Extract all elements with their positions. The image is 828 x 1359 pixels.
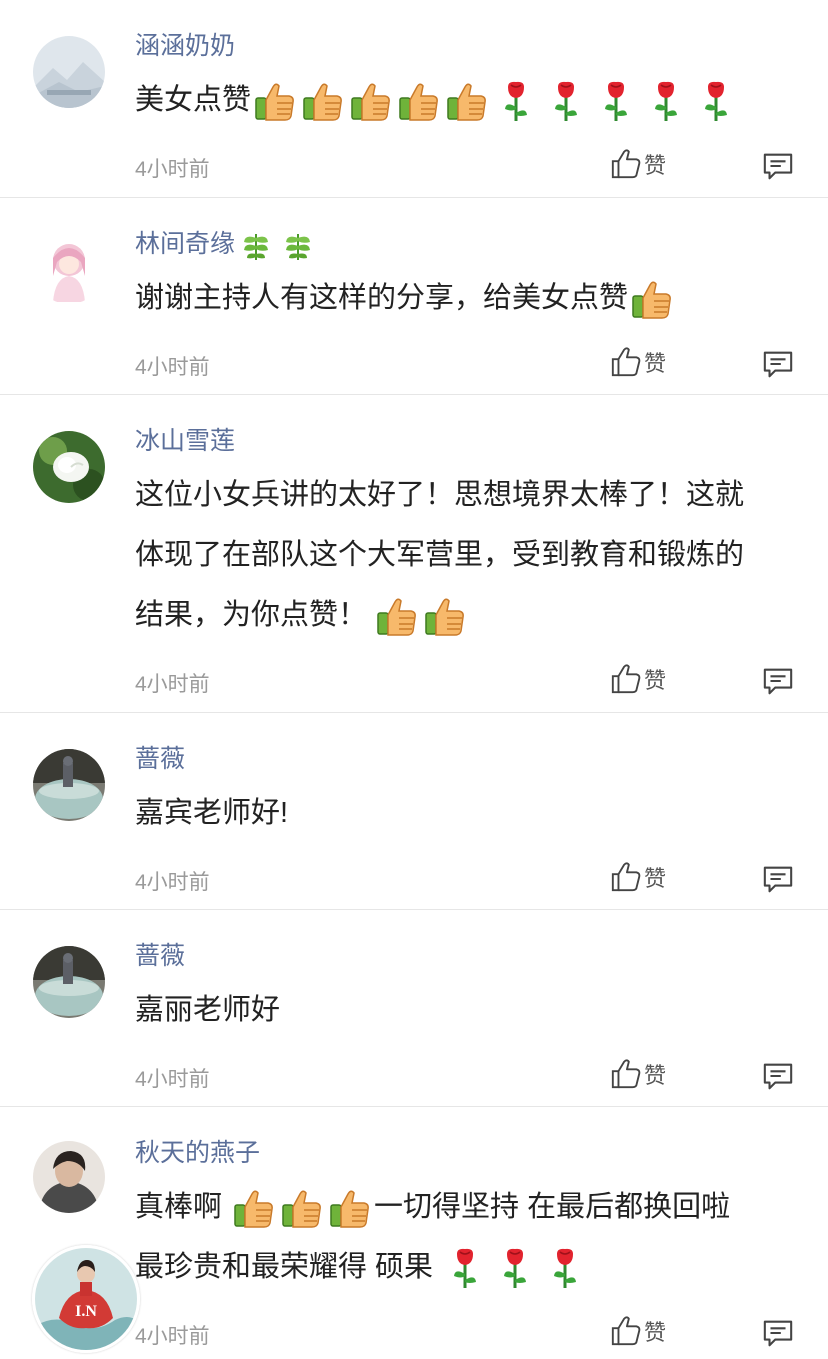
thumb-up-outline-icon <box>610 861 642 893</box>
reply-button[interactable] <box>762 1060 794 1097</box>
commenter-name[interactable]: 冰山雪莲 <box>135 421 235 457</box>
thumb-up-outline-icon <box>610 1058 642 1090</box>
commenter-name[interactable]: 蔷薇 <box>135 936 185 972</box>
comment-text-segment: 一切得坚持 在最后都换回啦 <box>374 1191 731 1223</box>
comment-text-segment: 结果，为你点赞！ <box>135 599 368 631</box>
comment-list: 涵涵奶奶 美女点赞 4小时前 赞 林间奇缘 谢谢主持人有这样的分享，给美女点赞 … <box>0 0 828 1359</box>
comment-text-segment: 真棒啊 <box>135 1191 223 1223</box>
avatar-monogram: I.N <box>75 1303 97 1320</box>
comment-bubble-icon <box>762 1060 794 1092</box>
comment-text-line: 最珍贵和最荣耀得 硕果 <box>135 1237 798 1297</box>
comment-text-segment: 美女点赞 <box>135 84 252 116</box>
thumbs-up-emoji-icon <box>232 1186 276 1230</box>
comment-item: 蔷薇 嘉丽老师好 4小时前 赞 <box>0 910 828 1107</box>
like-label: 赞 <box>644 351 667 376</box>
comment-text-segment: 谢谢主持人有这样的分享，给美女点赞 <box>135 282 629 314</box>
thumbs-up-emoji-icon <box>397 79 441 123</box>
like-label: 赞 <box>644 668 667 693</box>
comment-time: 4小时前 <box>135 158 210 181</box>
comment-text: 真棒啊 一切得坚持 在最后都换回啦 最珍贵和最荣耀得 硕果 <box>135 1177 798 1297</box>
avatar[interactable] <box>33 1141 105 1213</box>
comment-item: 林间奇缘 谢谢主持人有这样的分享，给美女点赞 4小时前 赞 <box>0 198 828 395</box>
thumbs-up-emoji-icon <box>280 1186 324 1230</box>
comment-text-line: 真棒啊 一切得坚持 在最后都换回啦 <box>135 1177 798 1237</box>
like-label: 赞 <box>644 1320 667 1345</box>
commenter-name[interactable]: 涵涵奶奶 <box>135 26 235 62</box>
rose-emoji-icon <box>495 1246 535 1290</box>
rose-emoji-icon <box>445 1246 485 1290</box>
avatar[interactable] <box>33 431 105 503</box>
comment-bubble-icon <box>762 348 794 380</box>
like-button[interactable]: 赞 <box>610 346 666 378</box>
comment-bubble-icon <box>762 863 794 895</box>
comment-bubble-icon <box>762 150 794 182</box>
reply-button[interactable] <box>762 348 794 385</box>
leaf-emoji-icon <box>281 228 315 262</box>
like-button[interactable]: 赞 <box>610 1315 666 1347</box>
thumbs-up-emoji-icon <box>349 79 393 123</box>
comment-item: 蔷薇 嘉宾老师好! 4小时前 赞 <box>0 713 828 910</box>
rose-emoji-icon <box>596 79 636 123</box>
thumbs-up-emoji-icon <box>630 277 674 321</box>
comment-text: 谢谢主持人有这样的分享，给美女点赞 <box>135 268 798 328</box>
comment-time: 4小时前 <box>135 1325 210 1348</box>
floating-avatar[interactable]: I.N <box>32 1245 140 1353</box>
avatar[interactable] <box>33 749 105 821</box>
rose-emoji-icon <box>545 1246 585 1290</box>
like-label: 赞 <box>644 153 667 178</box>
avatar[interactable] <box>33 232 105 304</box>
like-button[interactable]: 赞 <box>610 1058 666 1090</box>
avatar[interactable] <box>33 36 105 108</box>
comment-text-line: 体现了在部队这个大军营里，受到教育和锻炼的 <box>135 539 745 571</box>
thumbs-up-emoji-icon <box>253 79 297 123</box>
reply-button[interactable] <box>762 665 794 702</box>
comment-text-segment: 最珍贵和最荣耀得 硕果 <box>135 1251 434 1283</box>
commenter-name[interactable]: 秋天的燕子 <box>135 1133 260 1169</box>
comment-text-line: 这位小女兵讲的太好了！思想境界太棒了！这就 <box>135 479 745 511</box>
thumb-up-outline-icon <box>610 148 642 180</box>
avatar[interactable] <box>33 946 105 1018</box>
thumbs-up-emoji-icon <box>328 1186 372 1230</box>
thumbs-up-emoji-icon <box>301 79 345 123</box>
reply-button[interactable] <box>762 150 794 187</box>
rose-emoji-icon <box>496 79 536 123</box>
comment-text: 嘉宾老师好! <box>135 797 289 829</box>
like-button[interactable]: 赞 <box>610 663 666 695</box>
rose-emoji-icon <box>546 79 586 123</box>
comment-bubble-icon <box>762 665 794 697</box>
like-button[interactable]: 赞 <box>610 861 666 893</box>
commenter-name[interactable]: 林间奇缘 <box>135 224 315 262</box>
comment-item: 涵涵奶奶 美女点赞 4小时前 赞 <box>0 0 828 198</box>
like-label: 赞 <box>644 866 667 891</box>
rose-emoji-icon <box>646 79 686 123</box>
reply-button[interactable] <box>762 1317 794 1354</box>
comment-time: 4小时前 <box>135 1068 210 1091</box>
comment-text-line: 结果，为你点赞！ <box>135 585 798 645</box>
leaf-emoji-icon <box>239 228 273 262</box>
reply-button[interactable] <box>762 863 794 900</box>
commenter-name-text: 林间奇缘 <box>135 230 236 258</box>
like-button[interactable]: 赞 <box>610 148 666 180</box>
comment-text: 嘉丽老师好 <box>135 994 281 1026</box>
thumbs-up-emoji-icon <box>423 594 467 638</box>
thumb-up-outline-icon <box>610 1315 642 1347</box>
comment-time: 4小时前 <box>135 871 210 894</box>
like-label: 赞 <box>644 1063 667 1088</box>
thumb-up-outline-icon <box>610 663 642 695</box>
comment-bubble-icon <box>762 1317 794 1349</box>
comment-time: 4小时前 <box>135 356 210 379</box>
thumbs-up-emoji-icon <box>445 79 489 123</box>
commenter-name[interactable]: 蔷薇 <box>135 739 185 775</box>
comment-time: 4小时前 <box>135 673 210 696</box>
comment-item: 冰山雪莲 这位小女兵讲的太好了！思想境界太棒了！这就 体现了在部队这个大军营里，… <box>0 395 828 713</box>
rose-emoji-icon <box>696 79 736 123</box>
thumb-up-outline-icon <box>610 346 642 378</box>
comment-text: 美女点赞 <box>135 70 798 130</box>
comment-text: 这位小女兵讲的太好了！思想境界太棒了！这就 体现了在部队这个大军营里，受到教育和… <box>135 465 798 645</box>
thumbs-up-emoji-icon <box>375 594 419 638</box>
